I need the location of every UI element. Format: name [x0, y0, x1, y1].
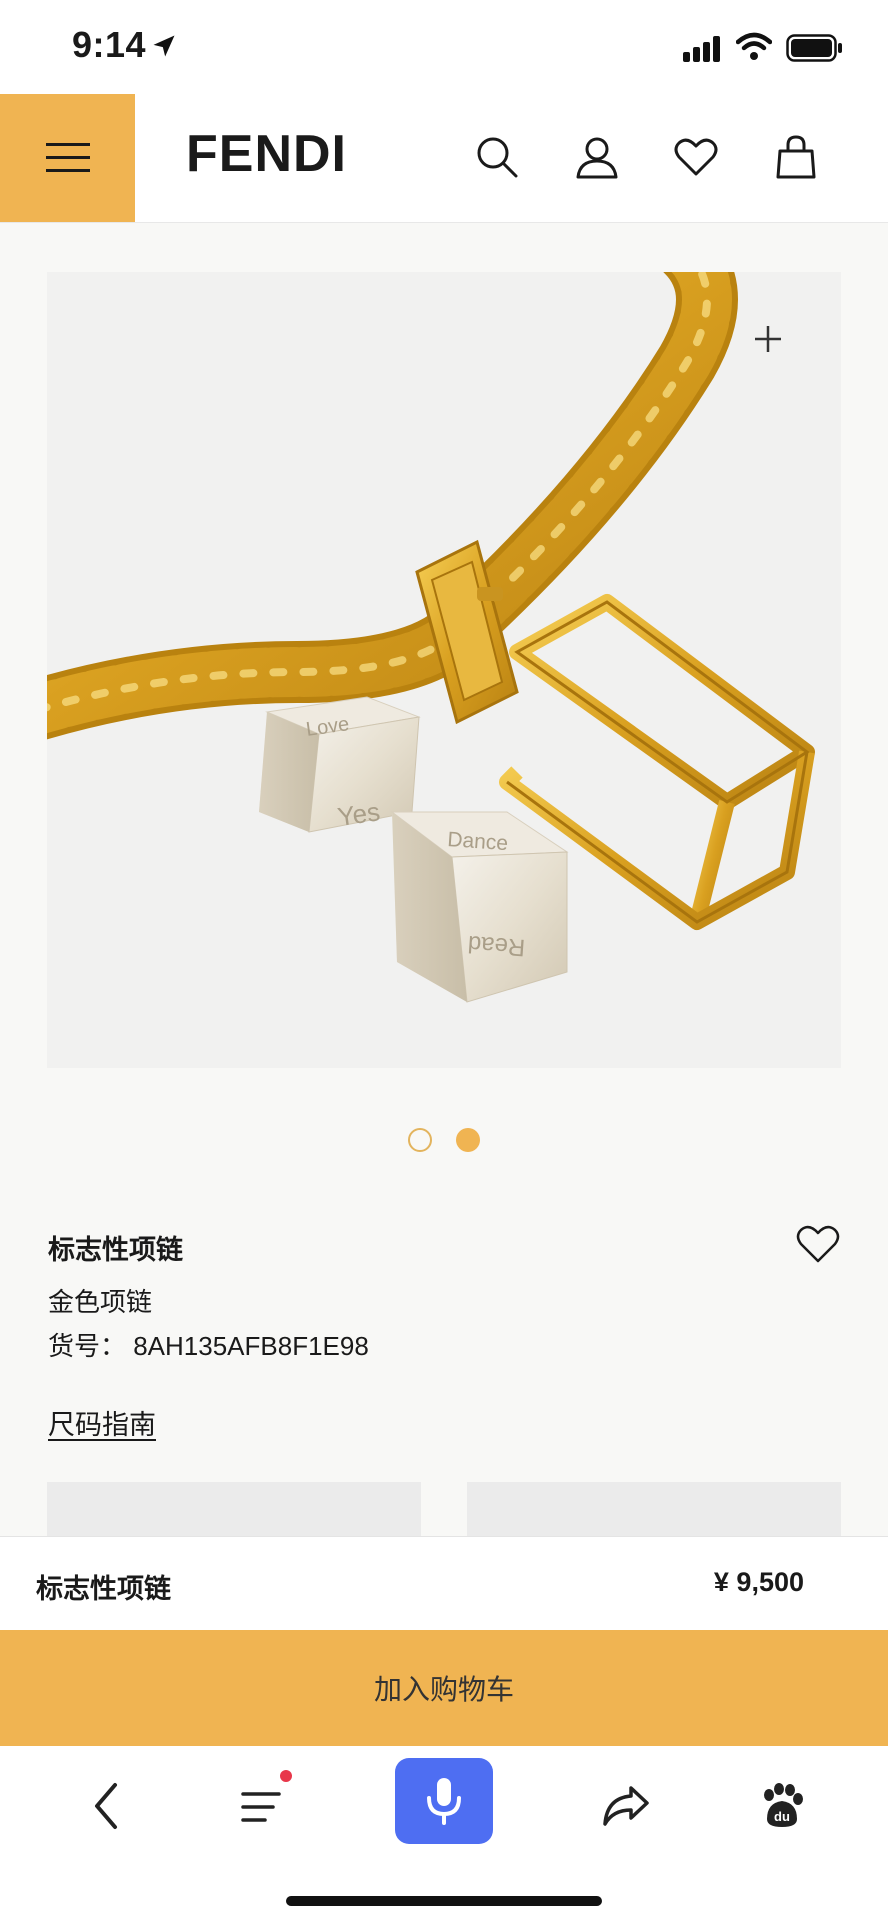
zoom-button[interactable] — [743, 314, 793, 364]
heart-icon[interactable] — [796, 1224, 840, 1264]
browser-toolbar: du — [0, 1746, 888, 1922]
svg-text:du: du — [774, 1809, 790, 1824]
voice-search-button[interactable] — [395, 1758, 493, 1844]
back-icon — [95, 1783, 117, 1829]
cube-word: Yes — [336, 796, 382, 832]
search-button[interactable] — [472, 132, 522, 182]
status-bar: 9:14 — [0, 0, 888, 94]
site-header: FENDI — [0, 94, 888, 223]
back-button[interactable] — [76, 1776, 136, 1836]
carousel-dots — [0, 1128, 888, 1152]
search-icon — [477, 137, 518, 178]
add-to-cart-button[interactable]: 加入购物车 — [0, 1630, 888, 1746]
account-button[interactable] — [572, 132, 622, 182]
product-image[interactable]: Love Yes Dance Read — [47, 272, 841, 1068]
battery-icon — [786, 34, 842, 62]
cube-word: Read — [467, 930, 526, 961]
product-sku: 货号： 8AH135AFB8F1E98 — [48, 1331, 369, 1361]
location-arrow-icon — [153, 35, 175, 57]
menu-button[interactable] — [0, 94, 135, 222]
baidu-paw-icon: du — [764, 1783, 803, 1827]
necklace-photo: Love Yes Dance Read — [47, 272, 815, 1003]
bag-icon — [776, 135, 816, 179]
sticky-summary: 标志性项链 ¥ 9,500 — [0, 1536, 888, 1631]
notification-dot — [280, 1770, 292, 1782]
option-card[interactable] — [467, 1482, 841, 1538]
carousel-dot[interactable] — [408, 1128, 432, 1152]
wishlist-button[interactable] — [671, 132, 721, 182]
product-color: 金色项链 — [48, 1287, 153, 1317]
size-guide-link[interactable]: 尺码指南 — [48, 1403, 156, 1442]
option-card[interactable] — [47, 1482, 421, 1538]
menu-list-button[interactable] — [232, 1776, 292, 1836]
brand-logo[interactable]: FENDI — [186, 124, 347, 184]
account-icon — [576, 137, 618, 179]
wifi-icon — [736, 32, 772, 60]
heart-icon — [674, 138, 718, 176]
share-icon — [603, 1786, 649, 1826]
microphone-icon — [427, 1778, 461, 1825]
carousel-dot-active[interactable] — [456, 1128, 480, 1152]
baidu-button[interactable]: du — [752, 1776, 812, 1836]
share-button[interactable] — [596, 1776, 656, 1836]
menu-icon — [45, 143, 90, 172]
cube-word: Dance — [447, 828, 509, 855]
home-indicator — [286, 1896, 602, 1906]
product-price: ¥ 9,500 — [713, 1567, 804, 1597]
status-time: 9:14 — [72, 24, 147, 65]
bag-button[interactable] — [771, 132, 821, 182]
signal-icon — [683, 36, 720, 62]
sticky-product-name: 标志性项链 — [36, 1574, 171, 1604]
plus-icon — [755, 326, 781, 352]
product-name: 标志性项链 — [48, 1235, 183, 1265]
menu-list-icon — [241, 1792, 281, 1822]
